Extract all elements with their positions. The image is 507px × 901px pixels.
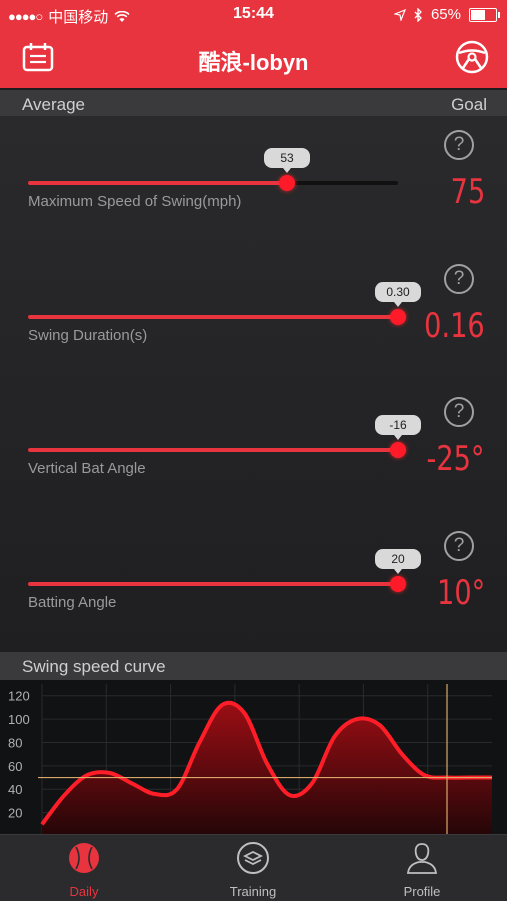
metric-slider-track[interactable] <box>28 582 398 586</box>
nav-bar: 酷浪-lobyn <box>0 30 507 88</box>
goal-value: -25° <box>426 439 485 479</box>
metric-swing-duration: 0.30 Swing Duration(s) ? 0.16 <box>0 250 507 384</box>
goal-value: 75 <box>450 172 485 212</box>
person-icon <box>406 843 438 874</box>
slider-fill <box>28 582 398 586</box>
battery-percent: 65% <box>430 6 461 23</box>
tab-label: Training <box>229 884 277 899</box>
tab-bar: Daily Training Profile <box>0 834 507 901</box>
metric-label: Batting Angle <box>28 594 117 611</box>
metric-max-swing-speed: 53 Maximum Speed of Swing(mph) ? 75 <box>0 116 507 250</box>
metric-slider-track[interactable] <box>28 181 398 185</box>
slider-thumb[interactable] <box>390 442 406 458</box>
help-icon[interactable]: ? <box>444 264 474 294</box>
tab-label: Daily <box>69 884 99 899</box>
tab-profile[interactable]: Profile <box>362 841 482 899</box>
layers-icon <box>237 842 269 874</box>
baseball-icon <box>69 843 99 873</box>
battery-icon <box>469 7 500 22</box>
goal-value: 10° <box>436 573 485 613</box>
y-tick-label: 80 <box>8 735 22 750</box>
average-goal-header: Average Goal <box>0 90 507 118</box>
metric-label: Vertical Bat Angle <box>28 460 146 477</box>
y-tick-label: 100 <box>8 712 30 727</box>
help-icon[interactable]: ? <box>444 531 474 561</box>
curve-area <box>42 702 492 836</box>
swing-speed-chart: 120 100 80 60 40 20 <box>0 680 507 836</box>
slider-fill <box>28 315 398 319</box>
steering-wheel-icon[interactable] <box>455 40 489 74</box>
goal-value: 0.16 <box>424 306 485 346</box>
y-tick-label: 20 <box>8 806 22 821</box>
curve-header: Swing speed curve <box>0 652 507 680</box>
value-bubble: 20 <box>375 549 421 574</box>
metric-label: Swing Duration(s) <box>28 327 148 344</box>
value-bubble: -16 <box>375 415 421 440</box>
y-tick-label: 40 <box>8 782 22 797</box>
slider-fill <box>28 448 398 452</box>
tab-label: Profile <box>403 884 441 899</box>
metric-slider-track[interactable] <box>28 315 398 319</box>
metric-label: Maximum Speed of Swing(mph) <box>28 193 242 210</box>
tab-daily[interactable]: Daily <box>24 841 144 899</box>
bluetooth-icon <box>414 7 422 22</box>
page-title: 酷浪-lobyn <box>198 50 309 75</box>
metric-slider-track[interactable] <box>28 448 398 452</box>
y-tick-label: 60 <box>8 759 22 774</box>
status-right: 65% <box>393 6 500 23</box>
status-bar: ●●●●○ 中国移动 15:44 65% <box>0 0 507 30</box>
y-tick-label: 120 <box>8 689 30 704</box>
metric-batting-angle: 20 Batting Angle ? 10° <box>0 517 507 651</box>
metric-vertical-bat-angle: -16 Vertical Bat Angle ? -25° <box>0 383 507 517</box>
help-icon[interactable]: ? <box>444 397 474 427</box>
help-icon[interactable]: ? <box>444 130 474 160</box>
value-bubble: 53 <box>264 148 310 173</box>
value-bubble: 0.30 <box>375 282 421 307</box>
curve-title: Swing speed curve <box>22 657 166 676</box>
metrics-panel: 53 Maximum Speed of Swing(mph) ? 75 0.30… <box>0 116 507 654</box>
slider-thumb[interactable] <box>279 175 295 191</box>
slider-fill <box>28 181 287 185</box>
swing-speed-chart-svg: 120 100 80 60 40 20 <box>8 684 492 836</box>
location-icon <box>393 8 406 21</box>
goal-label: Goal <box>451 95 487 114</box>
average-label: Average <box>22 95 86 114</box>
slider-thumb[interactable] <box>390 576 406 592</box>
slider-thumb[interactable] <box>390 309 406 325</box>
tab-training[interactable]: Training <box>193 841 313 899</box>
